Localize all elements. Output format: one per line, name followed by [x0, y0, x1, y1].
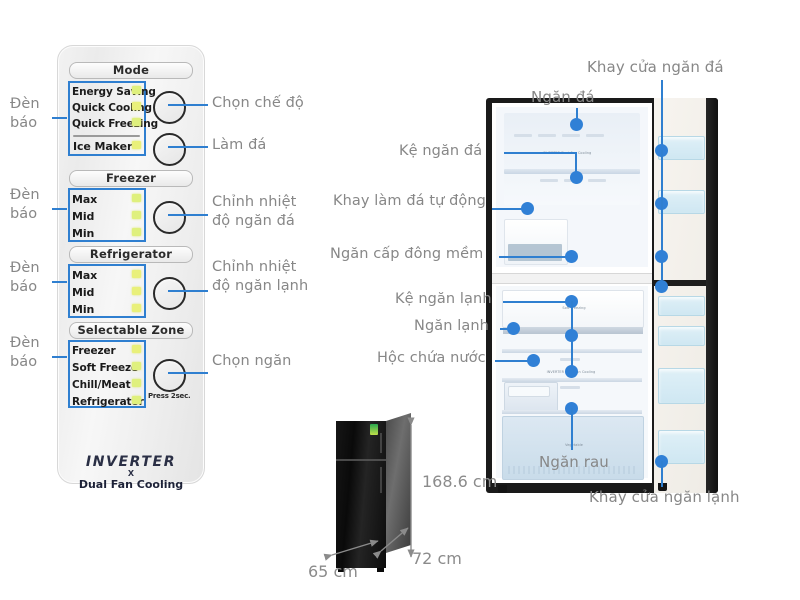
diagram-canvas: Mode Energy Saving Quick Cooling Quick F…	[0, 0, 800, 600]
dimension-depth-label: 72 cm	[412, 549, 462, 568]
dimension-width-label: 65 cm	[308, 562, 358, 581]
depth-arrow	[372, 527, 409, 559]
dimension-arrows	[323, 417, 415, 561]
dimension-height-label: 168.6 cm	[422, 472, 498, 491]
width-arrow	[323, 539, 379, 561]
